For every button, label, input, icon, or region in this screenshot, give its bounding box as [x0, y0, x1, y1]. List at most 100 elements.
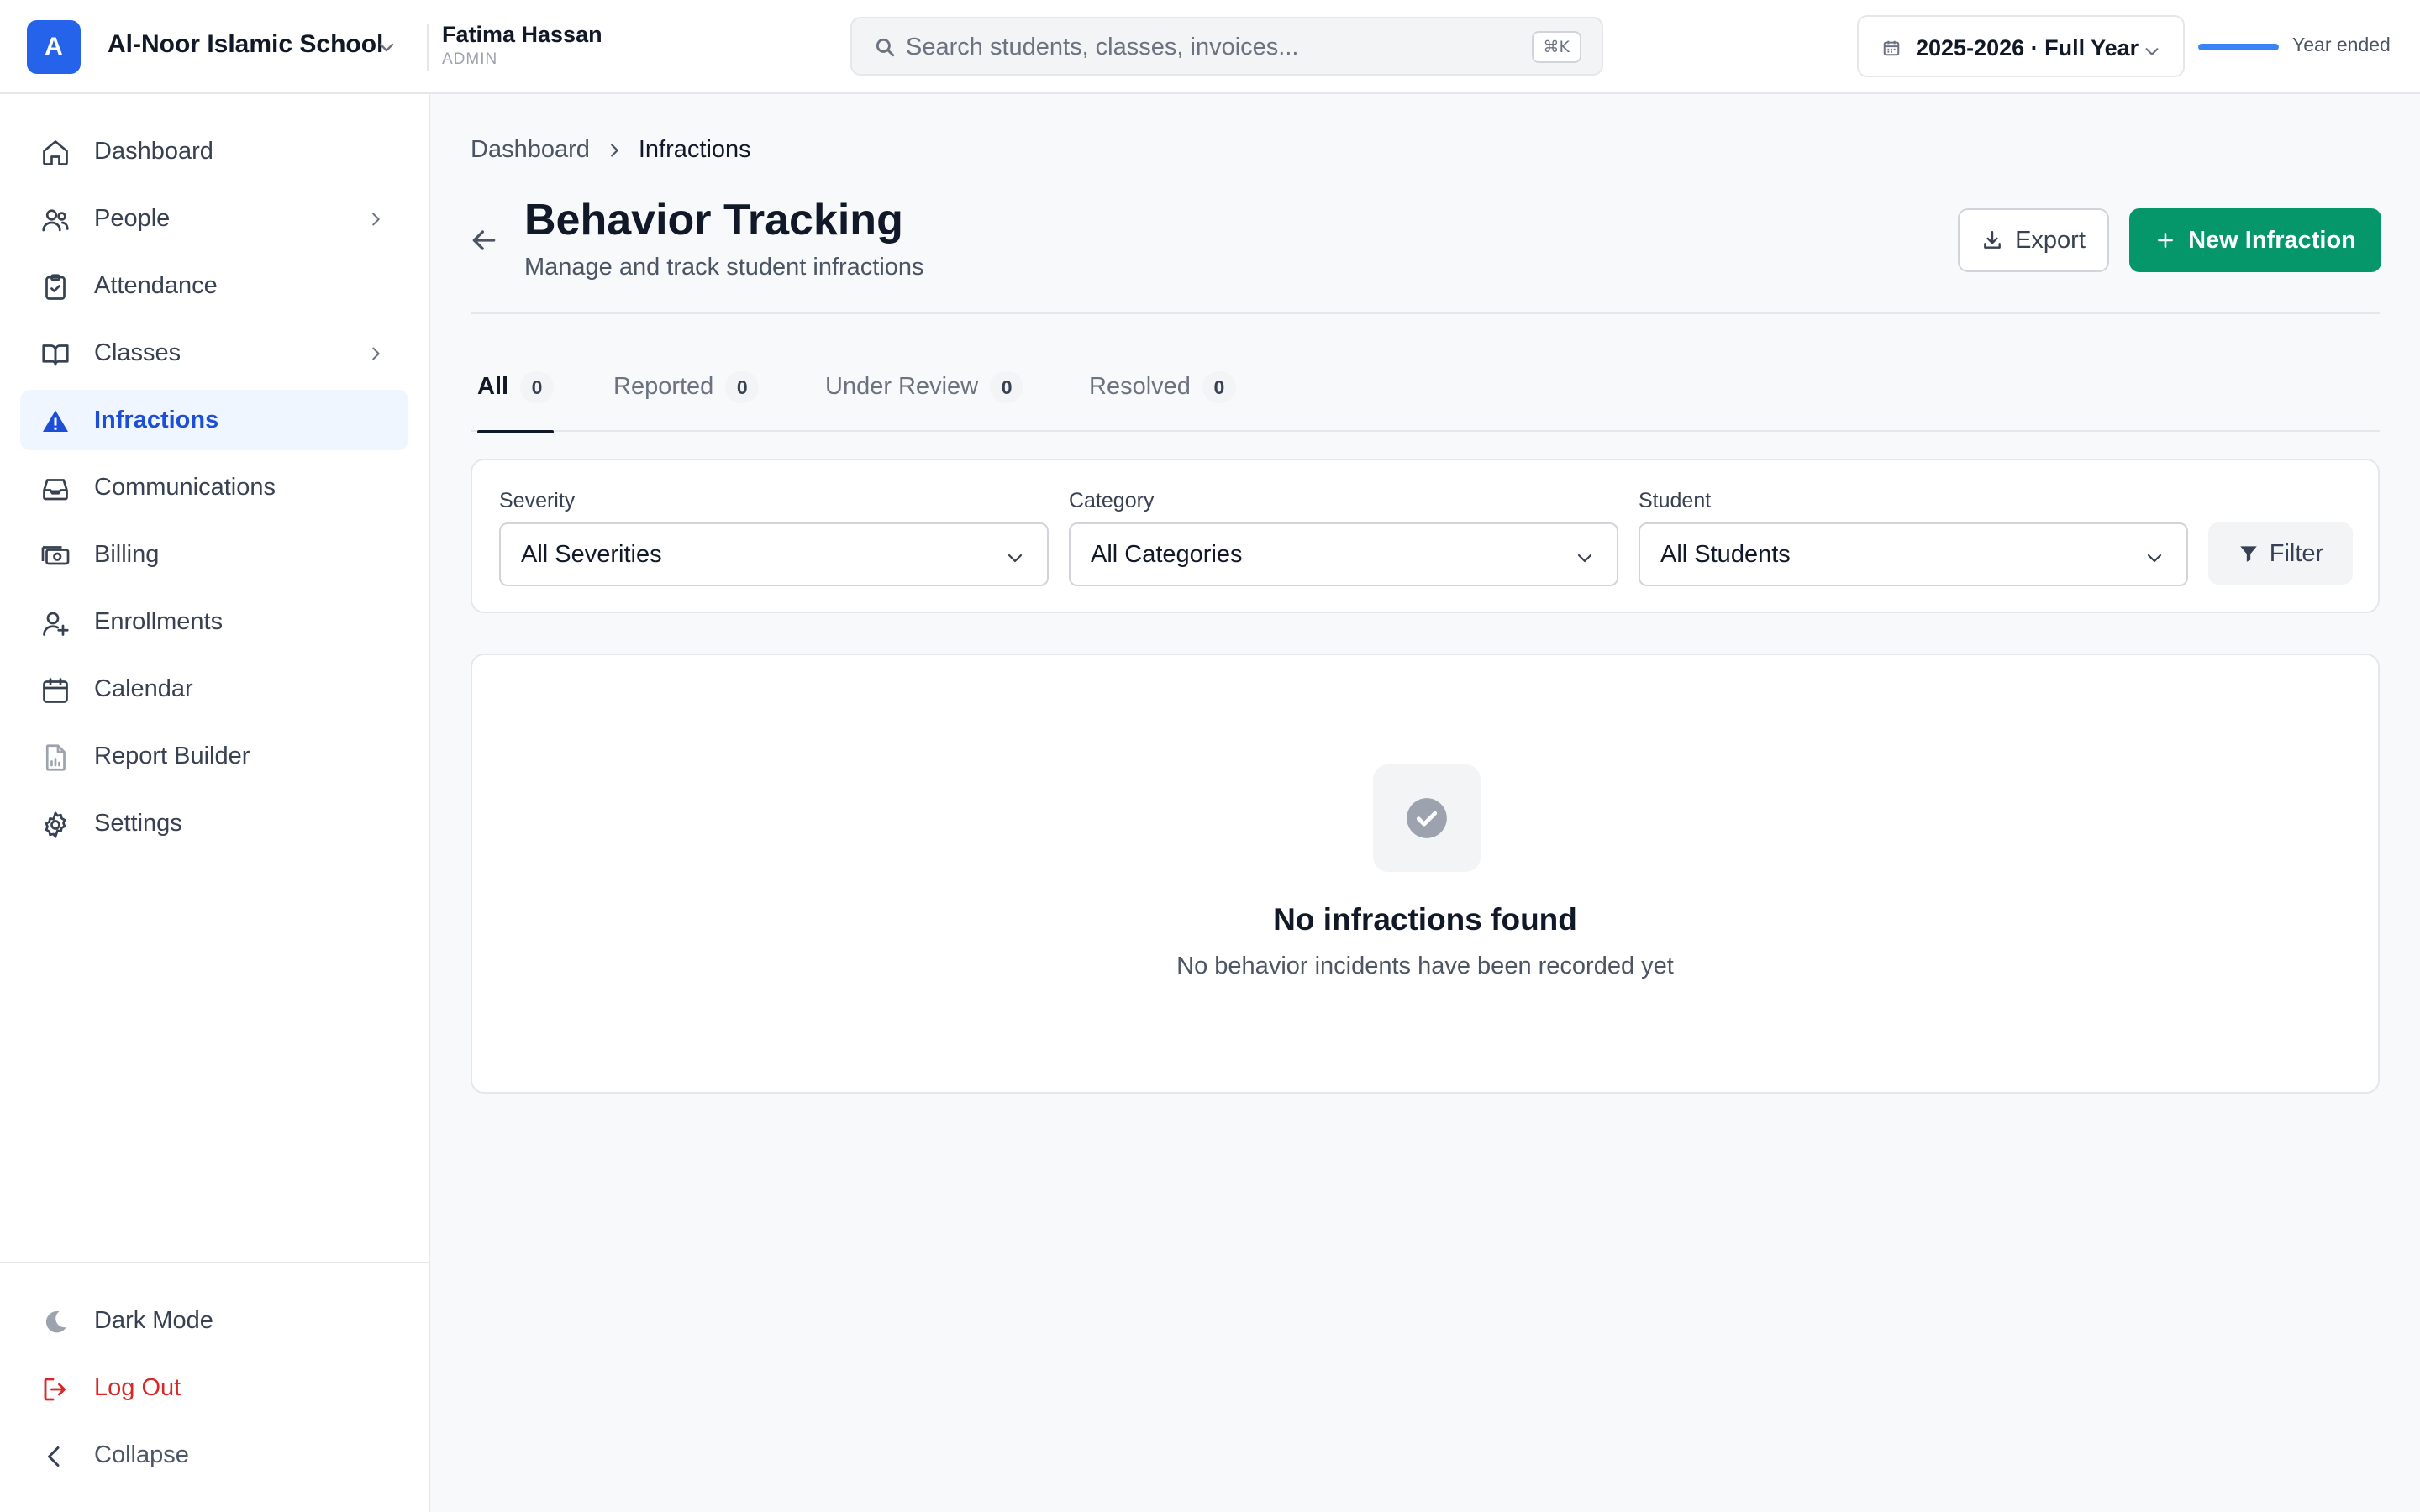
collapse-label: Collapse	[94, 1441, 189, 1468]
student-label: Student	[1639, 489, 1712, 512]
tab-resolved[interactable]: Resolved 0	[1089, 363, 1236, 432]
new-infraction-button[interactable]: New Infraction	[2129, 208, 2381, 272]
chevron-down-icon	[1575, 548, 1595, 568]
filter-button[interactable]: Filter	[2208, 522, 2353, 585]
student-select[interactable]: All Students	[1639, 522, 2188, 586]
sidebar-item-people[interactable]: People	[20, 188, 408, 249]
tab-count-badge: 0	[1202, 371, 1236, 403]
user-role: ADMIN	[442, 50, 498, 68]
category-label: Category	[1069, 489, 1155, 512]
user-name: Fatima Hassan	[442, 22, 602, 47]
sidebar-item-label: Enrollments	[94, 607, 224, 635]
severity-select[interactable]: All Severities	[499, 522, 1049, 586]
sidebar-item-calendar[interactable]: Calendar	[20, 659, 408, 719]
year-status: Year ended	[2292, 34, 2391, 55]
sidebar-item-label: Dashboard	[94, 137, 213, 165]
breadcrumb-link-dashboard[interactable]: Dashboard	[471, 136, 590, 164]
empty-state-icon-container	[1373, 764, 1481, 872]
chevron-down-icon[interactable]	[376, 37, 397, 57]
chevron-left-icon	[40, 1441, 71, 1472]
academic-year-select[interactable]: 2025-2026 · Full Year	[1857, 15, 2185, 77]
filter-icon	[2238, 543, 2260, 564]
sidebar-item-label: Billing	[94, 540, 160, 568]
sidebar-item-label: Calendar	[94, 675, 193, 702]
severity-value: All Severities	[521, 541, 662, 568]
tab-label: Reported	[613, 373, 714, 400]
export-button[interactable]: Export	[1958, 208, 2109, 272]
export-button-label: Export	[2015, 226, 2086, 254]
logout-icon	[40, 1374, 71, 1404]
check-circle-icon	[1405, 796, 1449, 840]
sidebar-item-label: Report Builder	[94, 742, 250, 769]
year-progress-fill	[2198, 44, 2279, 50]
sidebar-item-communications[interactable]: Communications	[20, 457, 408, 517]
tab-reported[interactable]: Reported 0	[613, 363, 760, 432]
sidebar-item-enrollments[interactable]: Enrollments	[20, 591, 408, 652]
chevron-down-icon	[2143, 42, 2161, 60]
dark-mode-toggle[interactable]: Dark Mode	[20, 1290, 408, 1351]
tab-under-review[interactable]: Under Review 0	[825, 363, 1024, 432]
sidebar-item-label: Infractions	[94, 406, 219, 433]
sidebar-divider	[0, 1262, 429, 1263]
search-input[interactable]	[906, 29, 1494, 66]
top-bar: A Al-Noor Islamic School Fatima Hassan A…	[0, 0, 2420, 94]
clipboard-check-icon	[40, 272, 71, 302]
tab-label: Under Review	[825, 373, 979, 400]
new-infraction-button-label: New Infraction	[2188, 226, 2356, 254]
inbox-icon	[40, 474, 71, 504]
gear-icon	[40, 810, 71, 840]
plus-icon	[2154, 229, 2176, 251]
sidebar-item-attendance[interactable]: Attendance	[20, 255, 408, 316]
chevron-down-icon	[2144, 548, 2165, 568]
empty-state: No infractions found No behavior inciden…	[471, 654, 2380, 1094]
empty-state-description: No behavior incidents have been recorded…	[1176, 953, 1674, 979]
calendar-icon	[1882, 39, 1901, 57]
tab-count-badge: 0	[520, 371, 555, 403]
logout-button[interactable]: Log Out	[20, 1357, 408, 1418]
back-arrow-icon[interactable]	[467, 223, 501, 257]
status-tabs: All 0 Reported 0 Under Review 0 Resolved…	[471, 363, 2380, 433]
severity-label: Severity	[499, 489, 576, 512]
sidebar-item-report-builder[interactable]: Report Builder	[20, 726, 408, 786]
moon-icon	[40, 1307, 71, 1337]
sidebar-item-label: Settings	[94, 809, 182, 837]
sidebar-item-label: Classes	[94, 339, 182, 366]
collapse-sidebar-button[interactable]: Collapse	[20, 1425, 408, 1485]
logout-label: Log Out	[94, 1373, 182, 1401]
academic-year-label: 2025-2026 · Full Year	[1916, 35, 2139, 60]
sidebar-item-infractions[interactable]: Infractions	[20, 390, 408, 450]
page-subtitle: Manage and track student infractions	[524, 254, 924, 281]
search-box[interactable]: ⌘K	[850, 17, 1603, 76]
download-icon	[1981, 229, 2003, 251]
dark-mode-label: Dark Mode	[94, 1306, 213, 1334]
search-icon	[874, 36, 896, 58]
school-logo[interactable]: A	[27, 20, 81, 74]
school-name[interactable]: Al-Noor Islamic School	[108, 30, 383, 59]
sidebar-item-classes[interactable]: Classes	[20, 323, 408, 383]
tab-all[interactable]: All 0	[477, 363, 555, 433]
money-icon	[40, 541, 71, 571]
sidebar-item-dashboard[interactable]: Dashboard	[20, 121, 408, 181]
chevron-right-icon	[605, 141, 623, 160]
empty-state-title: No infractions found	[1273, 902, 1577, 937]
top-divider	[427, 24, 429, 71]
sidebar-item-settings[interactable]: Settings	[20, 793, 408, 853]
page-title: Behavior Tracking	[524, 196, 903, 244]
search-shortcut: ⌘K	[1531, 31, 1581, 63]
sidebar-item-label: People	[94, 204, 171, 232]
home-icon	[40, 138, 71, 168]
breadcrumb-current: Infractions	[638, 136, 751, 163]
year-progress-bar	[2198, 44, 2279, 50]
user-plus-icon	[40, 608, 71, 638]
tab-count-badge: 0	[990, 371, 1024, 403]
sidebar-item-label: Attendance	[94, 271, 218, 299]
tab-count-badge: 0	[725, 371, 760, 403]
warning-icon	[40, 407, 71, 437]
book-open-icon	[40, 339, 71, 370]
report-icon	[40, 743, 71, 773]
chevron-down-icon	[1005, 548, 1025, 568]
sidebar-item-label: Communications	[94, 473, 276, 501]
breadcrumb: Dashboard Infractions	[471, 136, 751, 164]
category-select[interactable]: All Categories	[1069, 522, 1618, 586]
sidebar-item-billing[interactable]: Billing	[20, 524, 408, 585]
